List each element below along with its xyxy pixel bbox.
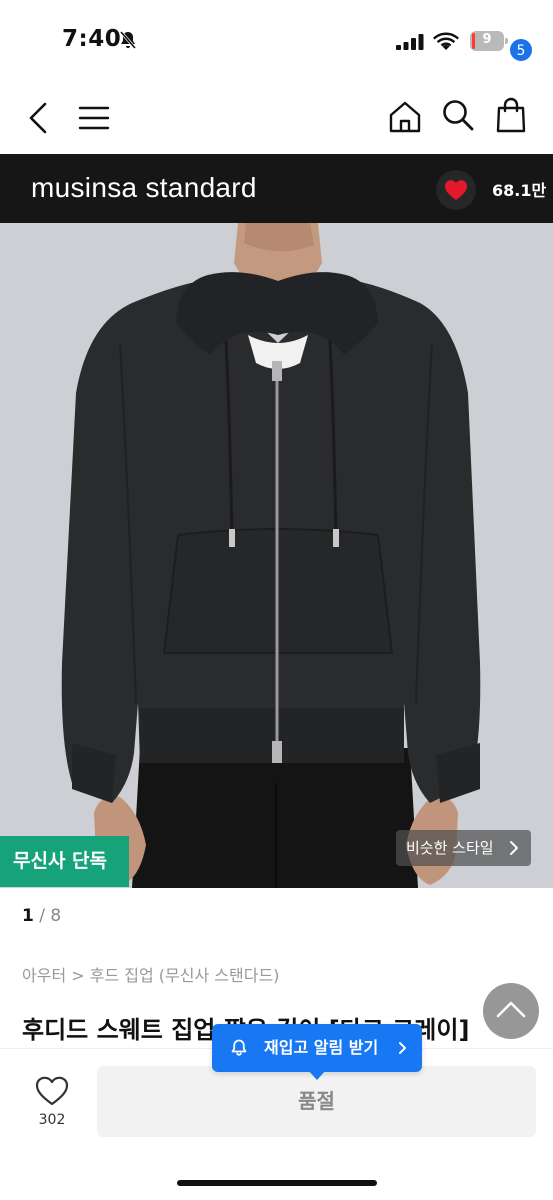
image-counter-separator: / (33, 906, 51, 926)
battery-indicator: 9 (470, 31, 508, 51)
similar-style-button[interactable]: 비슷한 스타일 (396, 830, 531, 866)
bell-icon (231, 1039, 247, 1056)
signal-icon (396, 34, 424, 50)
tooltip-tail (308, 1070, 326, 1080)
image-counter: 1 / 8 (22, 906, 61, 926)
heart-filled-icon (445, 180, 467, 200)
menu-icon[interactable] (78, 105, 110, 131)
image-current-index: 1 (22, 906, 34, 926)
wishlist-count: 302 (38, 1112, 66, 1128)
musinsa-exclusive-badge: 무신사 단독 (0, 836, 129, 887)
search-icon[interactable] (441, 98, 475, 132)
image-total-count: 8 (50, 906, 62, 926)
brand-like-button[interactable] (436, 170, 476, 210)
home-icon[interactable] (388, 100, 422, 134)
similar-style-label: 비슷한 스타일 (406, 839, 494, 857)
navigation-bar (0, 80, 553, 154)
chevron-right-icon (510, 841, 518, 855)
scroll-to-top-button[interactable] (483, 983, 539, 1039)
product-photo (0, 223, 553, 888)
chevron-right-icon (399, 1042, 406, 1054)
wishlist-button[interactable]: 302 (30, 1074, 74, 1134)
home-indicator (177, 1180, 377, 1186)
back-arrow-icon[interactable] (26, 100, 52, 136)
category-breadcrumb[interactable]: 아우터 > 후드 집업 (무신사 스탠다드) (22, 962, 279, 986)
status-time: 7:40 (62, 26, 122, 52)
heart-outline-icon (35, 1076, 69, 1106)
product-image[interactable] (0, 223, 553, 888)
cart-count-badge[interactable]: 5 (509, 38, 533, 62)
shopping-bag-icon[interactable] (494, 96, 528, 134)
brand-name[interactable]: musinsa standard (31, 172, 257, 204)
bell-off-icon (119, 31, 137, 49)
chevron-up-icon (496, 1001, 526, 1018)
battery-level: 9 (482, 32, 492, 47)
wifi-icon (433, 32, 459, 50)
restock-alert-button[interactable]: 재입고 알림 받기 (212, 1024, 422, 1080)
brand-bar[interactable]: musinsa standard 68.1만 (0, 154, 553, 223)
restock-alert-label: 재입고 알림 받기 (264, 1038, 379, 1057)
status-bar: 7:40 9 (0, 0, 553, 80)
brand-like-count: 68.1만 (492, 181, 547, 200)
